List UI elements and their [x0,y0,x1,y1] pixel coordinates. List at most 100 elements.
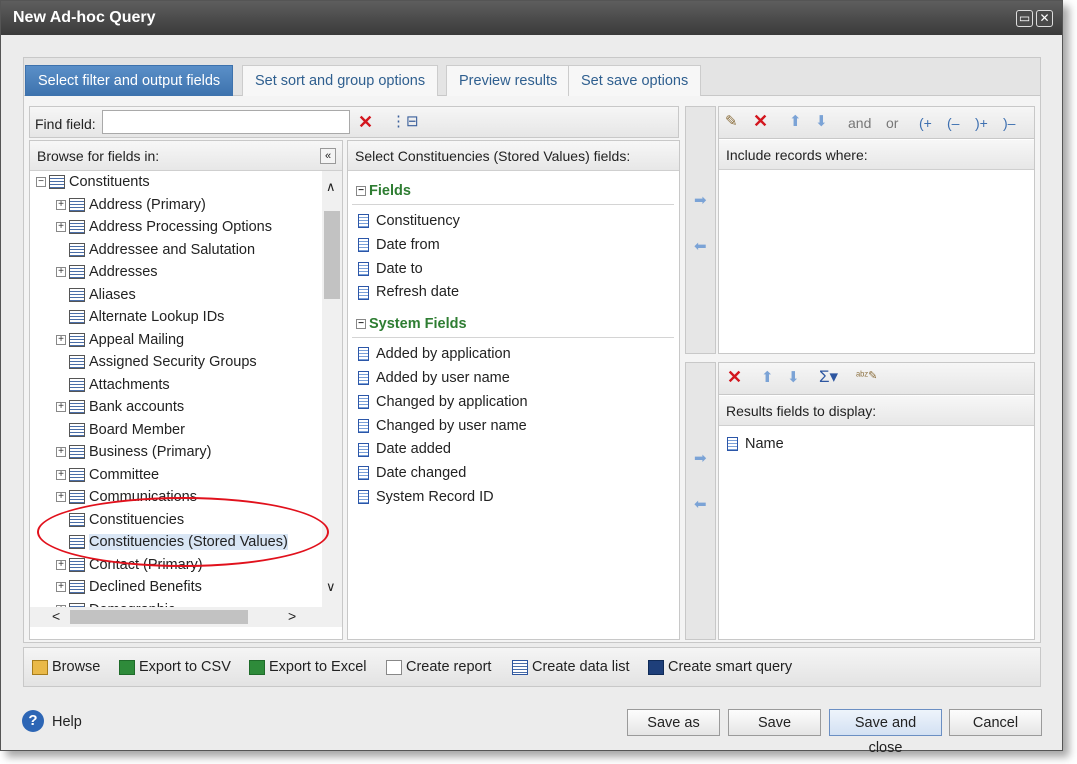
edit-filter-icon[interactable]: ✎ [725,114,738,130]
open-and-button[interactable]: (+ [919,115,932,131]
expand-icon[interactable]: + [56,447,66,458]
collapse-panel-icon[interactable]: « [320,148,336,164]
create-smart-query-label: Create smart query [668,659,793,675]
or-button[interactable]: or [886,115,898,131]
field-item[interactable]: Added by application [358,343,511,365]
field-group-header[interactable]: − System Fields [356,316,467,332]
tree-item[interactable]: Attachments [56,374,170,396]
tree-item[interactable]: + Declined Benefits [56,576,202,598]
maximize-icon[interactable]: ▭ [1016,10,1033,27]
expand-icon[interactable]: + [56,582,66,593]
close-and-button[interactable]: )+ [975,115,988,131]
expand-icon[interactable]: + [56,222,66,233]
tree-item[interactable]: Assigned Security Groups [56,351,257,373]
scroll-up-icon[interactable]: ∧ [326,179,336,195]
browse-button[interactable]: Browse [32,659,100,675]
output-move-up-icon[interactable]: ⬆ [761,370,774,386]
add-filter-arrow-icon[interactable]: ➡ [694,191,707,209]
remove-output-arrow-icon[interactable]: ⬅ [694,495,707,513]
field-item[interactable]: Changed by user name [358,415,527,437]
tab-preview-results[interactable]: Preview results [446,65,571,96]
remove-filter-arrow-icon[interactable]: ⬅ [694,237,707,255]
cancel-button[interactable]: Cancel [949,709,1042,736]
tree-item[interactable]: Aliases [56,284,136,306]
move-down-icon[interactable]: ⬇ [815,114,828,130]
add-output-arrow-icon[interactable]: ➡ [694,449,707,467]
tree-item[interactable]: +Demographic [56,599,175,607]
create-data-list-button[interactable]: Create data list [512,659,630,675]
tree-item[interactable]: + Bank accounts [56,396,184,418]
ad-hoc-query-dialog: New Ad-hoc Query ▭ ✕ Select filter and o… [0,0,1063,756]
smart-query-icon [648,659,664,675]
scroll-left-icon[interactable]: < [52,608,60,624]
find-field-input[interactable] [102,110,350,134]
field-item[interactable]: Date added [358,438,451,460]
field-group-header[interactable]: − Fields [356,183,411,199]
tree-vertical-scrollbar[interactable]: ∧ ∨ [322,171,342,607]
tree-item[interactable]: + Address Processing Options [56,216,272,238]
rename-field-icon[interactable]: ᵃᵇᶻ✎ [856,368,877,384]
collapse-icon[interactable]: − [36,177,46,188]
tree-item[interactable]: Alternate Lookup IDs [56,306,224,328]
field-item[interactable]: Date changed [358,462,466,484]
expand-icon[interactable]: + [56,199,66,210]
tree-item[interactable]: Board Member [56,419,185,441]
hscroll-thumb[interactable] [70,610,248,624]
export-excel-button[interactable]: Export to Excel [249,659,367,675]
expand-icon[interactable]: + [56,492,66,503]
filter-panel: ✎ ✕ ⬆ ⬇ and or (+ (– )+ )– Include recor… [718,106,1035,354]
tree-root[interactable]: − Constituents [36,171,150,193]
close-or-button[interactable]: )– [1003,115,1015,131]
help-icon[interactable]: ? [22,710,44,732]
tree-item[interactable]: Addressee and Salutation [56,239,255,261]
output-move-down-icon[interactable]: ⬇ [787,370,800,386]
expand-icon[interactable]: + [56,559,66,570]
save-button[interactable]: Save [728,709,821,736]
open-or-button[interactable]: (– [947,115,959,131]
expand-icon[interactable]: + [56,267,66,278]
clear-icon[interactable]: ✕ [358,113,373,131]
tree-item[interactable]: + Addresses [56,261,158,283]
help-link[interactable]: Help [52,714,82,730]
close-icon[interactable]: ✕ [1036,10,1053,27]
field-item[interactable]: Date from [358,234,440,256]
create-report-button[interactable]: Create report [386,659,491,675]
filter-drop-area[interactable] [719,171,1034,353]
export-csv-label: Export to CSV [139,659,231,675]
tab-sort-group[interactable]: Set sort and group options [242,65,439,96]
tree-item[interactable]: + Appeal Mailing [56,329,184,351]
save-as-button[interactable]: Save as [627,709,720,736]
tab-select-filter-output[interactable]: Select filter and output fields [25,65,234,96]
tree-item[interactable]: + Committee [56,464,159,486]
field-item[interactable]: Refresh date [358,281,459,303]
collapse-icon[interactable]: − [356,186,366,197]
and-button[interactable]: and [848,115,871,131]
field-item[interactable]: Added by user name [358,367,510,389]
collapse-icon[interactable]: − [356,319,366,330]
scroll-thumb[interactable] [324,211,340,299]
field-item[interactable]: Constituency [358,210,460,232]
delete-output-icon[interactable]: ✕ [727,368,742,386]
expand-icon[interactable]: + [56,334,66,345]
scroll-down-icon[interactable]: ∨ [326,579,336,595]
field-label: Constituency [376,213,460,229]
result-field-item[interactable]: Name [727,433,784,455]
tree-item[interactable]: + Address (Primary) [56,194,206,216]
export-csv-button[interactable]: Export to CSV [119,659,231,675]
scroll-right-icon[interactable]: > [288,608,296,624]
delete-filter-icon[interactable]: ✕ [753,112,768,130]
create-smart-query-button[interactable]: Create smart query [648,659,792,675]
tree-item[interactable]: + Business (Primary) [56,441,211,463]
save-and-close-button[interactable]: Save and close [829,709,942,756]
tree-search-icon[interactable]: ⋮⊟ [391,114,419,130]
field-item[interactable]: Changed by application [358,391,528,413]
tree-horizontal-scrollbar[interactable]: < > [30,607,342,627]
tree-item-label: Address (Primary) [89,196,206,213]
field-item[interactable]: Date to [358,258,423,280]
expand-icon[interactable]: + [56,402,66,413]
tab-save-options[interactable]: Set save options [568,65,702,96]
field-item[interactable]: System Record ID [358,486,494,508]
expand-icon[interactable]: + [56,469,66,480]
move-up-icon[interactable]: ⬆ [789,114,802,130]
summarize-icon[interactable]: Σ▾ [819,368,838,385]
